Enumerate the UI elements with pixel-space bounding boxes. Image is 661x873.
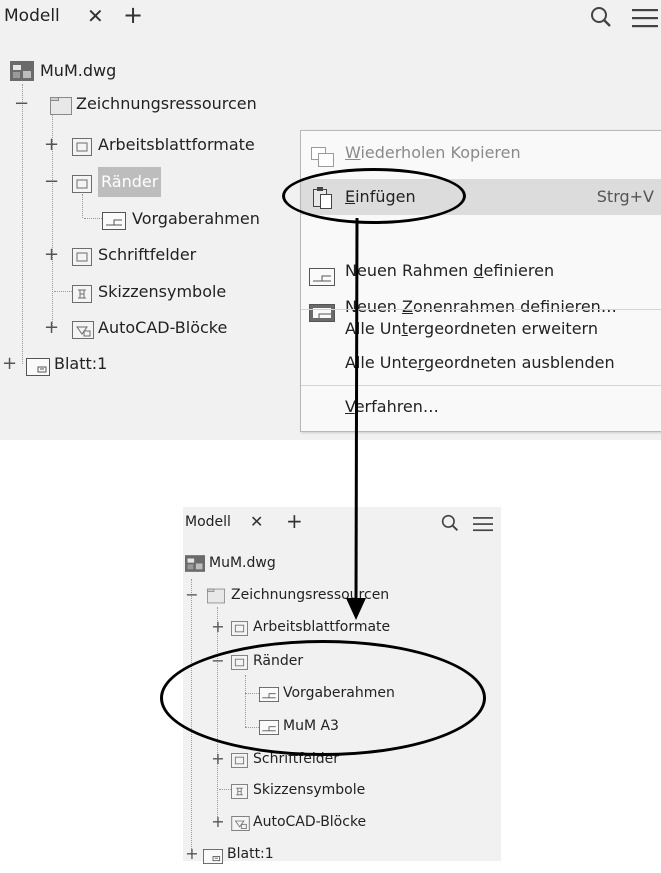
- menu-item-define-border[interactable]: Neuen Rahmen definieren: [301, 253, 661, 289]
- sketch-symbol-icon: [231, 782, 248, 808]
- tree-label-sketch-symbols: Skizzensymbole: [98, 282, 227, 301]
- tree-label-root: MuM.dwg: [209, 555, 276, 571]
- tree-label-autocad-blocks: AutoCAD-Blöcke: [253, 814, 367, 830]
- close-tab-icon[interactable]: ✕: [250, 512, 263, 531]
- title-block-icon: [72, 246, 92, 276]
- tree-label-sheet-formats: Arbeitsblattformate: [253, 619, 391, 635]
- collapse-toggle[interactable]: −: [14, 89, 29, 119]
- menu-item-label-pre: Alle Un: [345, 319, 402, 338]
- tab-bar: Modell ✕ +: [0, 0, 661, 36]
- menu-item-accelerator: d: [473, 261, 484, 280]
- menu-item-label-pre: Alle Unte: [345, 353, 418, 372]
- hamburger-menu-icon[interactable]: [473, 516, 493, 536]
- menu-item-label-post: ergeordneten erweitern: [407, 319, 598, 338]
- expand-toggle[interactable]: +: [185, 841, 199, 867]
- drawing-file-icon: [10, 61, 34, 91]
- menu-item-procedure[interactable]: Verfahren…: [301, 389, 661, 425]
- tree-label-sheet: Blatt:1: [54, 354, 108, 373]
- tree-label-sketch-symbols: Skizzensymbole: [253, 782, 366, 798]
- tree-line: [54, 291, 74, 292]
- expand-toggle[interactable]: +: [44, 240, 59, 270]
- menu-item-label-pre: Neuen Rahmen: [345, 261, 474, 280]
- sheet-format-icon: [72, 136, 92, 166]
- menu-item-shortcut: Strg+V: [596, 187, 654, 206]
- expand-toggle[interactable]: +: [44, 130, 59, 160]
- tree-label-sheet: Blatt:1: [227, 846, 274, 862]
- sketch-symbol-icon: [72, 283, 92, 313]
- menu-item-label-post: geordneten ausblenden: [424, 353, 615, 372]
- tree-label-default-border: Vorgaberahmen: [132, 209, 260, 228]
- expand-toggle[interactable]: +: [211, 614, 225, 640]
- tree-label-title-blocks: Schriftfelder: [98, 245, 197, 264]
- search-icon[interactable]: [441, 514, 459, 536]
- menu-item-expand-all[interactable]: Alle Untergeordneten erweitern: [301, 311, 661, 347]
- add-tab-icon[interactable]: +: [286, 509, 303, 533]
- tree-line: [22, 84, 23, 364]
- tree-label-resources: Zeichnungsressourcen: [231, 587, 390, 603]
- tree-label-sheet-formats: Arbeitsblattformate: [98, 135, 255, 154]
- menu-item-label-post: erfahren…: [354, 397, 439, 416]
- autocad-block-icon: [231, 814, 250, 840]
- highlight-ellipse-paste: [282, 168, 466, 224]
- menu-item-repeat-copy[interactable]: Wiederholen Kopieren: [301, 135, 661, 171]
- autocad-block-icon: [72, 319, 94, 349]
- menu-separator: [301, 309, 661, 310]
- menu-item-label-post: iederholen Kopieren: [360, 143, 521, 162]
- tree-label-resources: Zeichnungsressourcen: [76, 94, 257, 113]
- highlight-ellipse-result: [160, 640, 486, 756]
- expand-toggle[interactable]: +: [2, 349, 17, 379]
- folder-icon: [50, 95, 72, 125]
- menu-item-label-post: efinieren: [483, 261, 555, 280]
- tree-label-autocad-blocks: AutoCAD-Blöcke: [98, 318, 228, 337]
- close-tab-icon[interactable]: ✕: [87, 4, 104, 28]
- title-block-icon: [231, 751, 248, 777]
- tree-label-borders: Ränder: [98, 167, 162, 197]
- menu-separator: [301, 385, 661, 386]
- sheet-icon: [203, 847, 223, 873]
- menu-item-accelerator: V: [345, 397, 355, 416]
- drawing-file-icon: [185, 555, 205, 581]
- hamburger-menu-icon[interactable]: [632, 8, 658, 32]
- border-icon: [102, 210, 126, 240]
- menu-item-accelerator: W: [345, 143, 361, 162]
- sheet-icon: [26, 356, 50, 386]
- collapse-toggle[interactable]: −: [185, 582, 199, 608]
- tab-modell[interactable]: Modell: [185, 514, 231, 530]
- border-folder-icon: [72, 173, 92, 203]
- tree-line: [84, 218, 104, 219]
- folder-icon: [207, 587, 225, 613]
- expand-toggle[interactable]: +: [44, 313, 59, 343]
- menu-item-collapse-all[interactable]: Alle Untergeordneten ausblenden: [301, 345, 661, 381]
- collapse-toggle[interactable]: −: [44, 167, 59, 197]
- expand-toggle[interactable]: +: [211, 809, 225, 835]
- search-icon[interactable]: [590, 6, 612, 32]
- tree-label-root: MuM.dwg: [40, 61, 117, 80]
- tab-modell[interactable]: Modell: [4, 6, 60, 26]
- tab-bar: Modell ✕ +: [183, 507, 501, 537]
- expand-toggle[interactable]: +: [211, 746, 225, 772]
- add-tab-icon[interactable]: +: [123, 1, 143, 29]
- sheet-format-icon: [231, 619, 248, 645]
